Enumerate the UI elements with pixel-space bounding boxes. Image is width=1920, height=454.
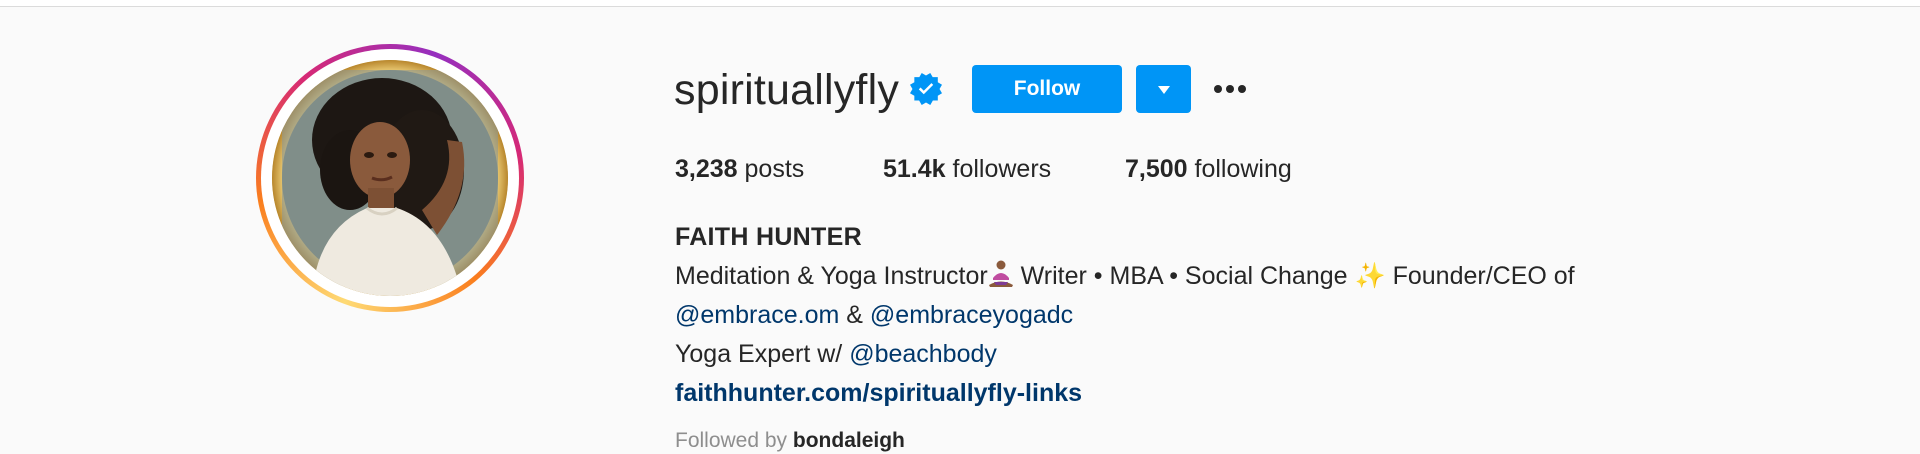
bio-line-2: @embrace.om & @embraceyogadc	[675, 301, 1074, 329]
full-name: FAITH HUNTER	[675, 223, 862, 251]
bio-line-4: faithhunter.com/spirituallyfly-links	[675, 374, 1575, 413]
lotus-position-emoji-icon	[988, 260, 1014, 300]
more-options-icon[interactable]	[1210, 76, 1250, 102]
posts-label: posts	[744, 155, 805, 183]
profile-username: spirituallyfly	[674, 66, 900, 114]
mention-link-beachbody[interactable]: @beachbody	[849, 340, 997, 368]
followed-by-user: bondaleigh	[792, 429, 905, 452]
following-stat[interactable]: 7,500 following	[1125, 154, 1292, 184]
bio-line-1: Meditation & Yoga Instructor Writer • MB…	[675, 257, 1575, 296]
avatar	[272, 60, 508, 296]
mention-link-embrace-om[interactable]: @embrace.om	[675, 301, 839, 329]
follow-button[interactable]: Follow	[972, 65, 1122, 113]
followers-label: followers	[952, 155, 1052, 183]
top-navbar-border	[0, 0, 1920, 7]
avatar-photo-image	[272, 60, 508, 296]
followed-by-text[interactable]: Followed by bondaleigh	[675, 428, 905, 454]
sparkles-emoji-icon: ✨	[1354, 262, 1386, 290]
mention-link-embraceyogadc[interactable]: @embraceyogadc	[870, 301, 1073, 329]
profile-avatar-story-ring[interactable]	[256, 44, 524, 312]
following-label: following	[1194, 155, 1292, 183]
profile-bio: FAITH HUNTER Meditation & Yoga Instructo…	[675, 218, 1575, 413]
suggested-accounts-dropdown-button[interactable]	[1136, 65, 1191, 113]
following-count: 7,500	[1125, 155, 1188, 183]
website-link[interactable]: faithhunter.com/spirituallyfly-links	[675, 379, 1082, 407]
chevron-down-icon	[1158, 86, 1170, 94]
followers-count: 51.4k	[883, 155, 946, 183]
posts-stat: 3,238 posts	[675, 154, 804, 184]
followers-stat[interactable]: 51.4k followers	[883, 154, 1051, 184]
verified-badge-icon	[910, 73, 942, 105]
bio-line-3: Yoga Expert w/ @beachbody	[675, 340, 997, 368]
posts-count: 3,238	[675, 155, 738, 183]
